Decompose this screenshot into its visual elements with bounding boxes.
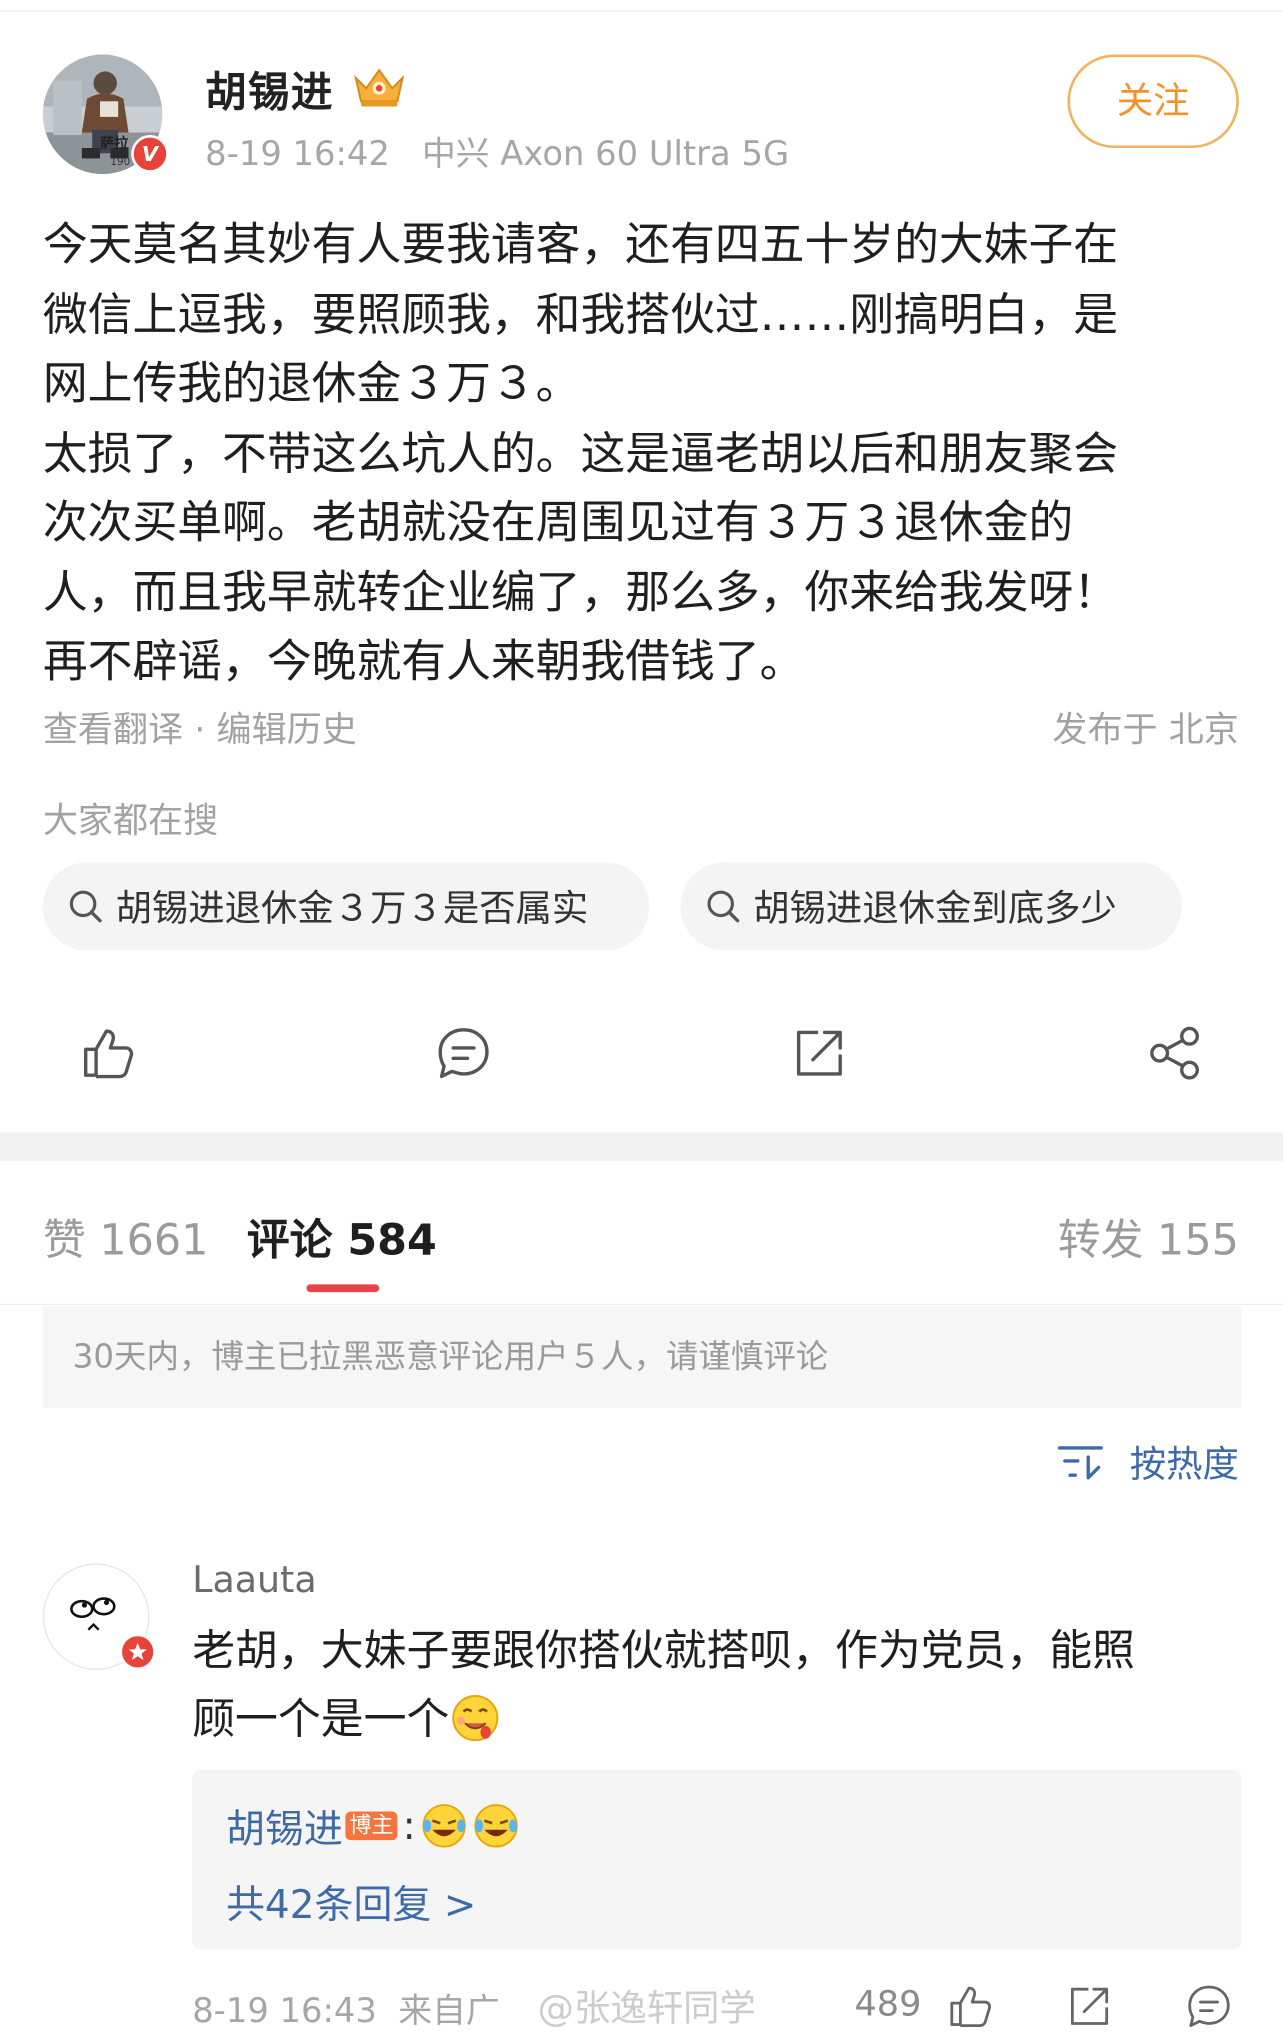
comment-line: 老胡，大妹子要跟你搭伙就搭呗，作为党员，能照 [192,1624,1135,1676]
tabs-divider [0,1303,1283,1306]
comment-like-icon[interactable] [945,1982,994,2031]
post-device: 中兴 Axon 60 Ultra 5G [422,135,790,175]
author-badge: 博主 [345,1811,398,1841]
tab-likes[interactable]: 赞 1661 [43,1205,209,1267]
reply-author[interactable]: 胡锡进 [226,1797,343,1854]
search-chip-label: 胡锡进退休金到底多少 [753,886,1117,930]
post-time: 8-19 16:42 [205,135,390,175]
search-chip[interactable]: 胡锡进退休金到底多少 [680,862,1182,951]
comment-icon[interactable] [434,1023,494,1083]
post-line: 微信上逗我，要照顾我，和我搭伙过……刚搞明白，是 [42,288,1119,341]
comment-source: 来自广 [398,1992,500,2032]
search-icon [707,890,740,923]
reply-colon: : [402,1803,416,1849]
commenter-name[interactable]: Laauta [192,1558,316,1601]
comment-repost-icon[interactable] [1065,1982,1114,2031]
share-icon[interactable] [1145,1023,1205,1083]
comment-like-count: 489 [854,1984,922,2025]
hot-search-title: 大家都在搜 [42,801,219,842]
tab-comments[interactable]: 评论 584 [247,1205,437,1267]
post-text: 今天莫名其妙有人要我请客，还有四五十岁的大妹子在 微信上逗我，要照顾我，和我搭伙… [43,212,1251,698]
weibo-watermark: @张逸轩同学 [537,1986,756,2030]
search-chip-label: 胡锡进退休金３万３是否属实 [115,886,589,930]
comment-reply-icon[interactable] [1184,1982,1233,2031]
post-line: 人，而且我早就转企业编了，那么多，你来给我发呀！ [42,566,1119,619]
crown-badge-icon[interactable] [351,65,408,109]
post-line: 再不辟谣，今晚就有人来朝我借钱了。 [42,636,805,689]
avatar-number: 190 [110,155,131,168]
sort-icon [1057,1446,1103,1480]
post-line: 次次买单啊。老胡就没在周围见过有３万３退休金的 [42,497,1074,550]
post-line: 今天莫名其妙有人要我请客，还有四五十岁的大妹子在 [42,219,1119,272]
repost-icon[interactable] [790,1023,850,1083]
comment-line-2: 顾一个是一个 [192,1684,1244,1753]
comment-line-text: 顾一个是一个 [192,1693,450,1745]
view-all-replies-link[interactable]: 共42条回复 > [226,1873,476,1930]
post-line: 太损了，不带这么坑人的。这是逼老胡以后和朋友聚会 [42,427,1119,480]
comment-text: 老胡，大妹子要跟你搭伙就搭呗，作为党员，能照 顾一个是一个 [192,1615,1244,1753]
post-line: 网上传我的退休金３万３。 [42,358,581,411]
translate-edit-history-link[interactable]: 查看翻译 · 编辑历史 [43,701,357,752]
top-divider [0,10,1283,12]
member-star-badge-icon [119,1633,156,1670]
tab-reposts[interactable]: 转发 155 [1058,1205,1239,1267]
sort-label: 按热度 [1129,1442,1239,1486]
like-icon[interactable] [78,1023,138,1083]
reply-preview[interactable]: 胡锡进 博主 : [226,1797,525,1854]
post-location: 发布于 北京 [1052,710,1239,751]
comment-meta: 8-19 16:43 来自广 [192,1984,499,2032]
laugh-cry-emoji-icon [422,1804,518,1848]
search-chip[interactable]: 胡锡进退休金３万３是否属实 [42,862,650,951]
section-separator [0,1132,1283,1161]
avatar-caption: 萨拉 [99,135,129,152]
drooling-face-emoji-icon [452,1694,499,1742]
search-icon [69,890,102,923]
author-name[interactable]: 胡锡进 [205,60,334,120]
comment-time: 8-19 16:43 [192,1992,377,2032]
post-meta: 8-19 16:42 中兴 Axon 60 Ultra 5G [205,127,789,175]
active-tab-indicator [306,1284,380,1293]
follow-button[interactable]: 关注 [1067,54,1239,149]
verified-v-icon: V [131,135,169,173]
comment-notice: 30天内，博主已拉黑恶意评论用户５人，请谨慎评论 [42,1306,1242,1408]
sort-by-hot-button[interactable]: 按热度 [1057,1436,1239,1488]
